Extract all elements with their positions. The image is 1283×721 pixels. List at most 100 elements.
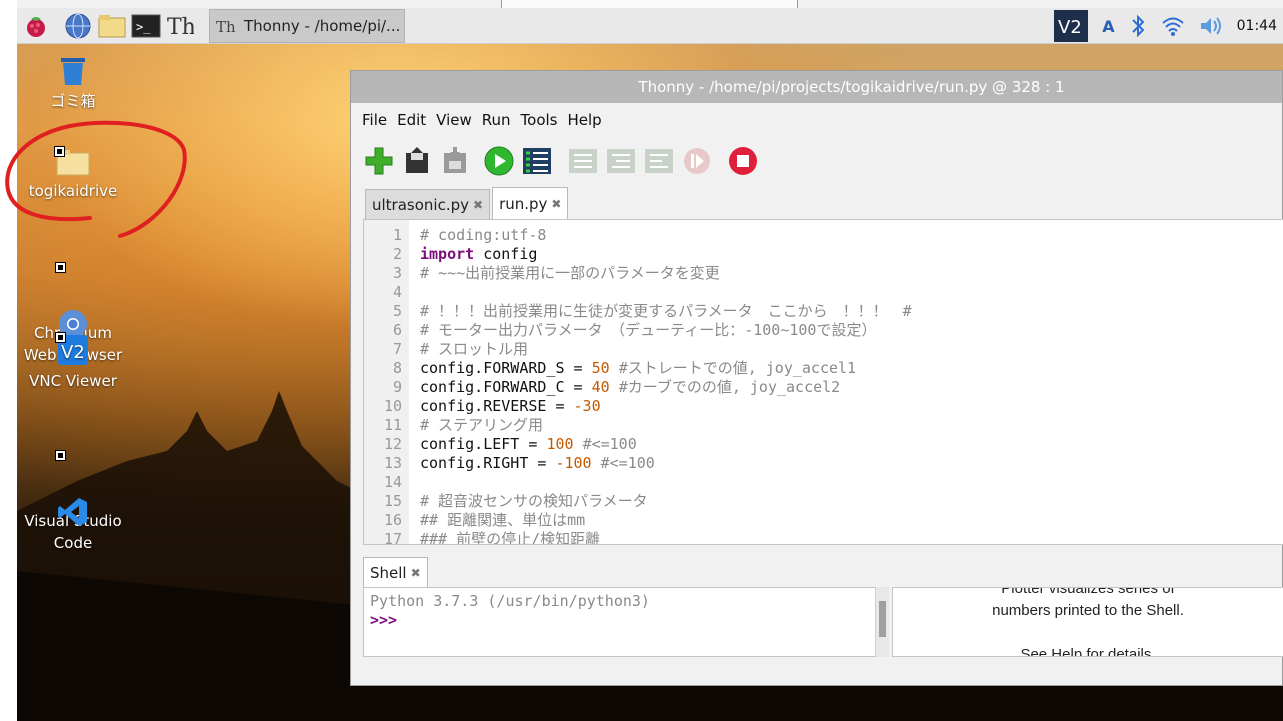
- close-icon[interactable]: ✖: [551, 197, 561, 211]
- line-number: 13: [383, 454, 402, 472]
- vnc-tray-icon[interactable]: V2: [1054, 10, 1089, 42]
- step-out-button[interactable]: [643, 145, 675, 177]
- system-tray: V2 A 01:44: [1054, 8, 1277, 44]
- desktop-icon-vnc-viewer[interactable]: V2 VNC Viewer: [17, 332, 129, 392]
- line-text: ### 前壁の停止/検知距離: [420, 530, 601, 545]
- debug-icon: [523, 148, 551, 174]
- terminal-icon[interactable]: >_: [131, 11, 161, 41]
- resume-button[interactable]: [681, 145, 713, 177]
- open-file-button[interactable]: [401, 145, 433, 177]
- plotter-text-line2: numbers printed to the Shell.: [992, 602, 1184, 619]
- floppy-open-icon: [406, 147, 428, 173]
- code-line[interactable]: 5 # ！！！出前授業用に生徒が変更するパラメータ ここから ！！！ #: [364, 302, 1283, 321]
- code-line[interactable]: 7 # スロットル用: [364, 340, 1283, 359]
- code-line[interactable]: 2 import config: [364, 245, 1283, 264]
- code-line[interactable]: 3 # ~~~出前授業用に一部のパラメータを変更: [364, 264, 1283, 283]
- volume-icon[interactable]: [1199, 15, 1223, 37]
- clock[interactable]: 01:44: [1237, 18, 1277, 34]
- screen-left-edge: [0, 0, 17, 721]
- step-over-button[interactable]: [567, 145, 599, 177]
- code-line[interactable]: 4: [364, 283, 1283, 302]
- tab-shell[interactable]: Shell ✖: [363, 557, 428, 587]
- line-number: 9: [392, 378, 402, 396]
- menu-tools[interactable]: Tools: [516, 111, 563, 129]
- shell-console[interactable]: Python 3.7.3 (/usr/bin/python3) >>>: [363, 587, 888, 657]
- scrollbar-thumb[interactable]: [879, 601, 886, 637]
- stop-button[interactable]: [727, 145, 759, 177]
- shortcut-arrow-icon: [55, 450, 66, 461]
- svg-text:>_: >_: [136, 20, 151, 34]
- line-text: # スロットル用: [420, 340, 529, 358]
- shell-prompt: >>>: [370, 611, 398, 629]
- line-text: # ステアリング用: [420, 416, 544, 434]
- close-icon[interactable]: ✖: [473, 198, 483, 212]
- code-line[interactable]: 12 config.LEFT = 100 #<=100: [364, 435, 1283, 454]
- keyboard-indicator[interactable]: A: [1102, 17, 1114, 36]
- code-line[interactable]: 14: [364, 473, 1283, 492]
- tab-run-py[interactable]: run.py ✖: [492, 187, 569, 219]
- line-number: 1: [392, 226, 402, 244]
- line-text: [402, 283, 420, 302]
- code-line[interactable]: 8 config.FORWARD_S = 50 #ストレートでの値, joy_ac…: [364, 359, 1283, 378]
- debug-button[interactable]: [521, 145, 553, 177]
- tab-label: ultrasonic.py: [372, 195, 469, 214]
- stop-icon: [729, 147, 757, 175]
- desktop-icon-label: ゴミ箱: [50, 92, 96, 110]
- line-number: 2: [392, 245, 402, 263]
- taskbar-thonny-button[interactable]: Th Thonny - /home/pi/...: [209, 8, 405, 43]
- save-file-button[interactable]: [439, 145, 471, 177]
- step-into-icon: [607, 149, 635, 173]
- tab-ultrasonic-py[interactable]: ultrasonic.py ✖: [365, 189, 491, 219]
- line-text: # モーター出力パラメータ （デューティー比：-100~100で設定）: [420, 321, 877, 339]
- menu-run[interactable]: Run: [477, 111, 516, 129]
- raspberry-menu-icon[interactable]: [21, 11, 51, 41]
- line-number: 10: [383, 397, 402, 415]
- taskbar-panel: >_ Th Th Thonny - /home/pi/... V2 A 01:4…: [17, 8, 1283, 44]
- wifi-icon[interactable]: [1161, 15, 1185, 37]
- code-editor[interactable]: 1 # coding:utf-8 2 import config 3 # ~~~出前授業用…: [363, 219, 1283, 545]
- new-file-button[interactable]: [363, 145, 395, 177]
- web-browser-icon[interactable]: [63, 11, 93, 41]
- thonny-launcher-icon[interactable]: Th: [165, 11, 195, 41]
- run-button[interactable]: [483, 145, 515, 177]
- step-into-button[interactable]: [605, 145, 637, 177]
- line-number: 17: [383, 530, 402, 545]
- thonny-small-icon: Th: [216, 18, 236, 36]
- shell-scrollbar[interactable]: [875, 587, 889, 657]
- code-line[interactable]: 13 config.RIGHT = -100 #<=100: [364, 454, 1283, 473]
- bluetooth-icon[interactable]: [1129, 14, 1147, 38]
- close-icon[interactable]: ✖: [411, 566, 421, 580]
- line-text: config.LEFT = 100 #<=100: [420, 435, 637, 453]
- line-text: # 超音波センサの検知パラメータ: [420, 492, 648, 510]
- code-line[interactable]: 6 # モーター出力パラメータ （デューティー比：-100~100で設定）: [364, 321, 1283, 340]
- code-lines: 1 # coding:utf-8 2 import config 3 # ~~~出前授業用…: [364, 226, 1283, 545]
- editor-tabs: ultrasonic.py ✖ run.py ✖: [351, 187, 1282, 219]
- line-text: import config: [420, 245, 538, 263]
- code-line[interactable]: 10 config.REVERSE = -30: [364, 397, 1283, 416]
- window-title: Thonny - /home/pi/projects/togikaidrive/…: [638, 78, 1065, 96]
- line-text: # ！！！出前授業用に生徒が変更するパラメータ ここから ！！！ #: [420, 302, 912, 320]
- menu-bar: File Edit View Run Tools Help: [351, 105, 1282, 135]
- code-line[interactable]: 17 ### 前壁の停止/検知距離: [364, 530, 1283, 545]
- code-line[interactable]: 9 config.FORWARD_C = 40 #カーブでのの値, joy_acc…: [364, 378, 1283, 397]
- line-number: 4: [392, 283, 402, 301]
- menu-view[interactable]: View: [431, 111, 477, 129]
- resume-icon: [684, 148, 710, 174]
- line-number: 8: [392, 359, 402, 377]
- line-text: # coding:utf-8: [420, 226, 547, 244]
- line-number: 16: [383, 511, 402, 529]
- line-text: config.FORWARD_C = 40 #カーブでのの値, joy_acce…: [420, 378, 841, 396]
- file-manager-icon[interactable]: [97, 11, 127, 41]
- menu-edit[interactable]: Edit: [392, 111, 431, 129]
- desktop-icon-trash[interactable]: ゴミ箱: [17, 56, 129, 112]
- desktop-icon-vscode[interactable]: Visual Studio Code: [17, 430, 129, 576]
- code-line[interactable]: 16 ## 距離関連、単位はmm: [364, 511, 1283, 530]
- line-text: [402, 473, 420, 492]
- shell-tab-label: Shell: [370, 563, 407, 582]
- menu-file[interactable]: File: [357, 111, 392, 129]
- code-line[interactable]: 11 # ステアリング用: [364, 416, 1283, 435]
- window-titlebar[interactable]: Thonny - /home/pi/projects/togikaidrive/…: [351, 71, 1282, 103]
- code-line[interactable]: 1 # coding:utf-8: [364, 226, 1283, 245]
- code-line[interactable]: 15 # 超音波センサの検知パラメータ: [364, 492, 1283, 511]
- menu-help[interactable]: Help: [563, 111, 607, 129]
